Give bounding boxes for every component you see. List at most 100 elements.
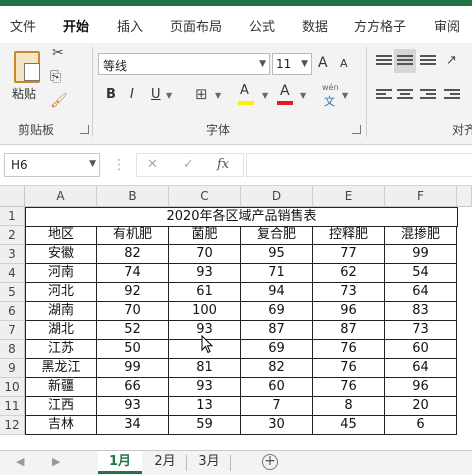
- table-cell[interactable]: 76: [313, 340, 385, 359]
- table-cell[interactable]: 湖南: [25, 302, 97, 321]
- table-cell[interactable]: 湖北: [25, 321, 97, 340]
- table-cell[interactable]: 87: [241, 321, 313, 340]
- table-cell[interactable]: 河北: [25, 283, 97, 302]
- table-cell[interactable]: 江苏: [25, 340, 97, 359]
- table-cell[interactable]: 73: [313, 283, 385, 302]
- table-cell[interactable]: 87: [313, 321, 385, 340]
- add-sheet-button[interactable]: +: [262, 454, 278, 470]
- chevron-down-icon[interactable]: ▼: [166, 91, 172, 100]
- decrease-indent-icon[interactable]: [444, 89, 460, 103]
- table-cell[interactable]: 66: [97, 378, 169, 397]
- sheet-tab-feb[interactable]: 2月: [144, 451, 186, 474]
- row-header[interactable]: 8: [0, 340, 25, 359]
- table-cell[interactable]: 93: [169, 264, 241, 283]
- chevron-down-icon[interactable]: ▼: [262, 91, 268, 100]
- table-cell[interactable]: 45: [313, 416, 385, 435]
- column-header[interactable]: E: [313, 186, 385, 207]
- table-header-cell[interactable]: 混掺肥: [385, 226, 457, 245]
- font-color-button[interactable]: A: [280, 83, 290, 99]
- table-cell[interactable]: 83: [385, 302, 457, 321]
- copy-icon[interactable]: ⎘: [50, 69, 61, 85]
- format-painter-icon[interactable]: 🖌: [50, 93, 68, 109]
- table-header-cell[interactable]: 有机肥: [97, 226, 169, 245]
- fill-color-icon[interactable]: A: [240, 83, 249, 98]
- table-cell[interactable]: 100: [169, 302, 241, 321]
- sheet-tab-jan[interactable]: 1月: [98, 451, 142, 474]
- table-cell[interactable]: 64: [385, 359, 457, 378]
- table-cell[interactable]: 77: [313, 245, 385, 264]
- table-cell[interactable]: 34: [97, 416, 169, 435]
- formula-input[interactable]: [246, 153, 472, 177]
- table-cell[interactable]: 黑龙江: [25, 359, 97, 378]
- align-top-icon[interactable]: [376, 55, 392, 69]
- table-cell[interactable]: 94: [241, 283, 313, 302]
- table-cell[interactable]: 76: [313, 359, 385, 378]
- table-title-cell[interactable]: 2020年各区域产品销售表: [25, 207, 458, 227]
- table-cell[interactable]: 8: [313, 397, 385, 416]
- align-right-icon[interactable]: [420, 89, 436, 103]
- table-cell[interactable]: 71: [241, 264, 313, 283]
- shrink-font-button[interactable]: A: [340, 57, 348, 70]
- table-header-cell[interactable]: 控释肥: [313, 226, 385, 245]
- table-cell[interactable]: 95: [241, 245, 313, 264]
- italic-button[interactable]: I: [130, 87, 134, 102]
- table-cell[interactable]: 96: [313, 302, 385, 321]
- row-header[interactable]: 9: [0, 359, 25, 378]
- table-cell[interactable]: 54: [385, 264, 457, 283]
- column-header-extra[interactable]: [457, 186, 472, 207]
- row-header[interactable]: 4: [0, 264, 25, 283]
- table-cell[interactable]: 30: [241, 416, 313, 435]
- row-header[interactable]: 6: [0, 302, 25, 321]
- row-header[interactable]: 12: [0, 416, 25, 435]
- table-cell[interactable]: 7: [241, 397, 313, 416]
- align-middle-icon[interactable]: [397, 55, 413, 69]
- phonetic-label-top[interactable]: wén: [322, 83, 339, 92]
- font-name-select[interactable]: 等线 ▼: [98, 53, 270, 75]
- column-header[interactable]: F: [385, 186, 457, 207]
- menu-insert[interactable]: 插入: [117, 16, 143, 35]
- table-cell[interactable]: 73: [385, 321, 457, 340]
- align-bottom-icon[interactable]: [420, 55, 436, 69]
- row-header[interactable]: 10: [0, 378, 25, 397]
- column-header[interactable]: C: [169, 186, 241, 207]
- next-sheet-icon[interactable]: ▶: [52, 455, 60, 468]
- table-header-cell[interactable]: 地区: [25, 226, 97, 245]
- column-header[interactable]: A: [25, 186, 97, 207]
- table-header-cell[interactable]: 菌肥: [169, 226, 241, 245]
- font-size-select[interactable]: 11 ▼: [272, 53, 312, 75]
- table-cell[interactable]: 新疆: [25, 378, 97, 397]
- table-cell[interactable]: 69: [241, 302, 313, 321]
- table-cell[interactable]: 50: [97, 340, 169, 359]
- table-cell[interactable]: 96: [385, 378, 457, 397]
- select-all-corner[interactable]: [0, 186, 25, 207]
- table-cell[interactable]: 93: [97, 397, 169, 416]
- align-center-icon[interactable]: [397, 89, 413, 103]
- sheet-tab-mar[interactable]: 3月: [188, 451, 230, 474]
- table-cell[interactable]: 江西: [25, 397, 97, 416]
- column-header[interactable]: B: [97, 186, 169, 207]
- menu-data[interactable]: 数据: [302, 16, 328, 35]
- chevron-down-icon[interactable]: ▼: [215, 91, 221, 100]
- clipboard-launcher-icon[interactable]: [80, 125, 89, 134]
- table-cell[interactable]: 70: [97, 302, 169, 321]
- table-cell[interactable]: 62: [313, 264, 385, 283]
- table-cell[interactable]: 60: [385, 340, 457, 359]
- table-cell[interactable]: 6: [385, 416, 457, 435]
- table-cell[interactable]: 81: [169, 359, 241, 378]
- column-header[interactable]: D: [241, 186, 313, 207]
- row-header[interactable]: 2: [0, 226, 25, 245]
- table-cell[interactable]: 河南: [25, 264, 97, 283]
- underline-button[interactable]: U: [151, 87, 161, 102]
- table-header-cell[interactable]: 复合肥: [241, 226, 313, 245]
- paste-button[interactable]: 粘贴: [10, 49, 44, 107]
- table-cell[interactable]: 70: [169, 245, 241, 264]
- enter-icon[interactable]: ✓: [183, 157, 194, 172]
- table-cell[interactable]: 59: [169, 416, 241, 435]
- table-cell[interactable]: 13: [169, 397, 241, 416]
- table-cell[interactable]: 93: [169, 378, 241, 397]
- bold-button[interactable]: B: [106, 87, 116, 102]
- border-icon[interactable]: ⊞: [195, 85, 208, 103]
- font-launcher-icon[interactable]: [352, 125, 361, 134]
- grow-font-button[interactable]: A: [318, 55, 328, 71]
- row-header[interactable]: 7: [0, 321, 25, 340]
